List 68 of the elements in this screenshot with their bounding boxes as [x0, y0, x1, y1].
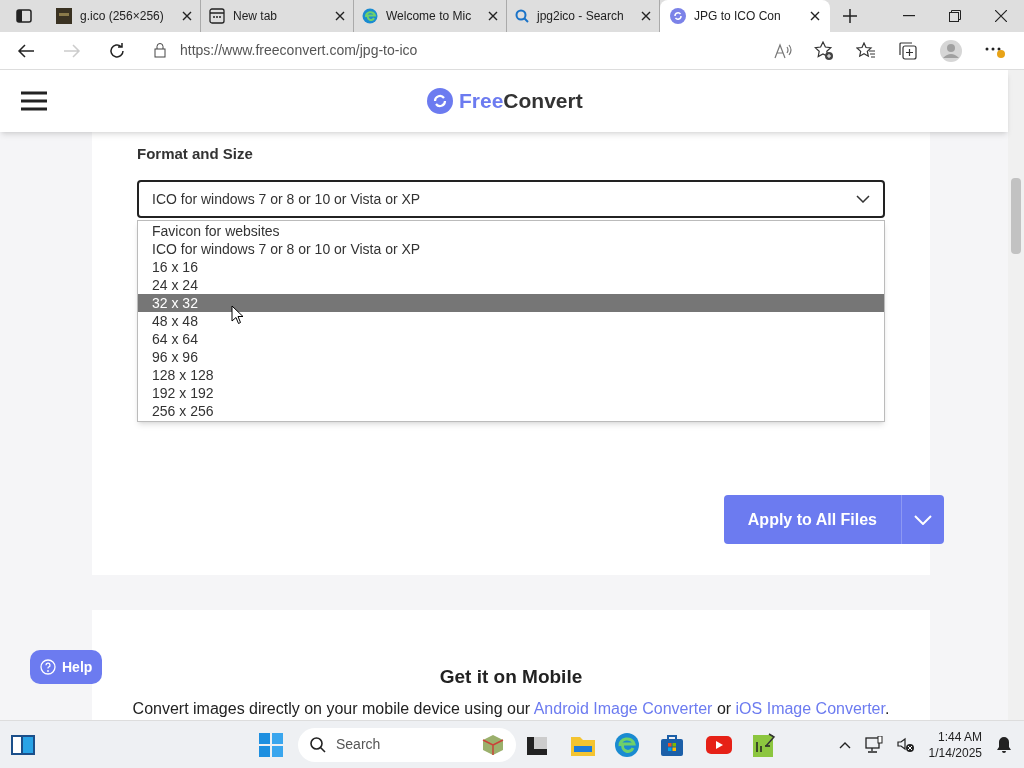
dropdown-option[interactable]: 24 x 24 [138, 276, 884, 294]
widgets-icon[interactable] [10, 733, 36, 756]
logo-icon [670, 8, 686, 24]
new-tab-page-icon [209, 8, 225, 24]
close-tab-icon[interactable] [335, 11, 345, 21]
cube-icon [482, 733, 504, 756]
brand-name[interactable]: FreeConvert [459, 85, 583, 117]
url-text: https://www.freeconvert.com/jpg-to-ico [180, 41, 418, 60]
dropdown-option[interactable]: ICO for windows 7 or 8 or 10 or Vista or XP [138, 240, 884, 258]
chart-app-icon[interactable] [752, 731, 776, 758]
notification-bell-icon[interactable] [996, 735, 1012, 754]
browser-tab[interactable]: JPG to ICO Con [660, 0, 830, 32]
tab-actions-icon[interactable] [16, 9, 32, 23]
speaker-muted-icon[interactable] [896, 736, 915, 753]
apply-options-button[interactable] [901, 495, 944, 544]
dropdown-option[interactable]: 48 x 48 [138, 312, 884, 330]
dropdown-option[interactable]: 16 x 16 [138, 258, 884, 276]
back-icon[interactable] [17, 42, 35, 59]
restore-icon[interactable] [949, 10, 961, 22]
dropdown-option[interactable]: 128 x 128 [138, 366, 884, 384]
dropdown-option[interactable]: 96 x 96 [138, 348, 884, 366]
menu-icon[interactable] [21, 91, 47, 111]
clock-date[interactable]: 1/14/2025 [928, 744, 982, 761]
new-tab-icon[interactable] [843, 9, 857, 23]
help-button[interactable]: Help [30, 650, 103, 684]
converter-link[interactable]: Android Image Converter [533, 700, 713, 717]
chevron-up-icon[interactable] [838, 740, 851, 749]
lock-icon [154, 43, 166, 58]
mouse-cursor-icon [231, 305, 244, 325]
close-tab-icon[interactable] [488, 11, 498, 21]
mobile-description: Convert images directly on your mobile device using our Android Image Converter or iOS Image Converter. [132, 699, 890, 719]
collections-icon[interactable] [898, 40, 918, 61]
clock-time[interactable]: 1:44 AM [937, 728, 982, 745]
search-icon [515, 9, 529, 23]
format-label: Format and Size [137, 144, 253, 164]
help-icon [40, 659, 56, 675]
chevron-down-icon [856, 195, 870, 203]
profile-avatar-icon[interactable] [940, 39, 962, 62]
read-aloud-icon[interactable] [774, 42, 792, 59]
search-icon [310, 736, 326, 753]
dropdown-option[interactable]: Favicon for websites [138, 222, 884, 240]
dropdown-option[interactable]: 256 x 256 [138, 402, 884, 420]
minimize-icon[interactable] [903, 15, 915, 17]
mobile-heading: Get it on Mobile [439, 665, 583, 689]
network-icon[interactable] [864, 735, 883, 754]
taskbar-search-field[interactable]: Search [298, 727, 516, 762]
apply-to-all-button[interactable]: Apply to All Files [723, 495, 901, 544]
edge-browser-icon [362, 8, 378, 24]
store-icon[interactable] [660, 732, 684, 757]
start-icon[interactable] [258, 731, 284, 758]
chevron-down-icon [914, 514, 932, 525]
close-icon[interactable] [995, 10, 1007, 22]
dropdown-option[interactable]: 32 x 32 [138, 294, 884, 312]
image-thumbnail-icon [56, 8, 72, 24]
format-select[interactable]: ICO for windows 7 or 8 or 10 or Vista or XP [137, 180, 885, 218]
scrollbar[interactable] [1008, 70, 1024, 720]
dropdown-option[interactable]: 192 x 192 [138, 384, 884, 402]
logo-icon [427, 88, 453, 114]
add-favorite-icon[interactable] [814, 40, 834, 61]
close-tab-icon[interactable] [641, 11, 651, 21]
video-play-icon[interactable] [706, 735, 732, 754]
converter-link[interactable]: iOS Image Converter [735, 700, 885, 717]
edge-browser-icon[interactable] [614, 731, 640, 758]
close-tab-icon[interactable] [810, 11, 820, 21]
close-tab-icon[interactable] [182, 11, 192, 21]
refresh-icon[interactable] [108, 41, 126, 60]
dropdown-option[interactable]: 64 x 64 [138, 330, 884, 348]
favorites-icon[interactable] [856, 41, 876, 60]
